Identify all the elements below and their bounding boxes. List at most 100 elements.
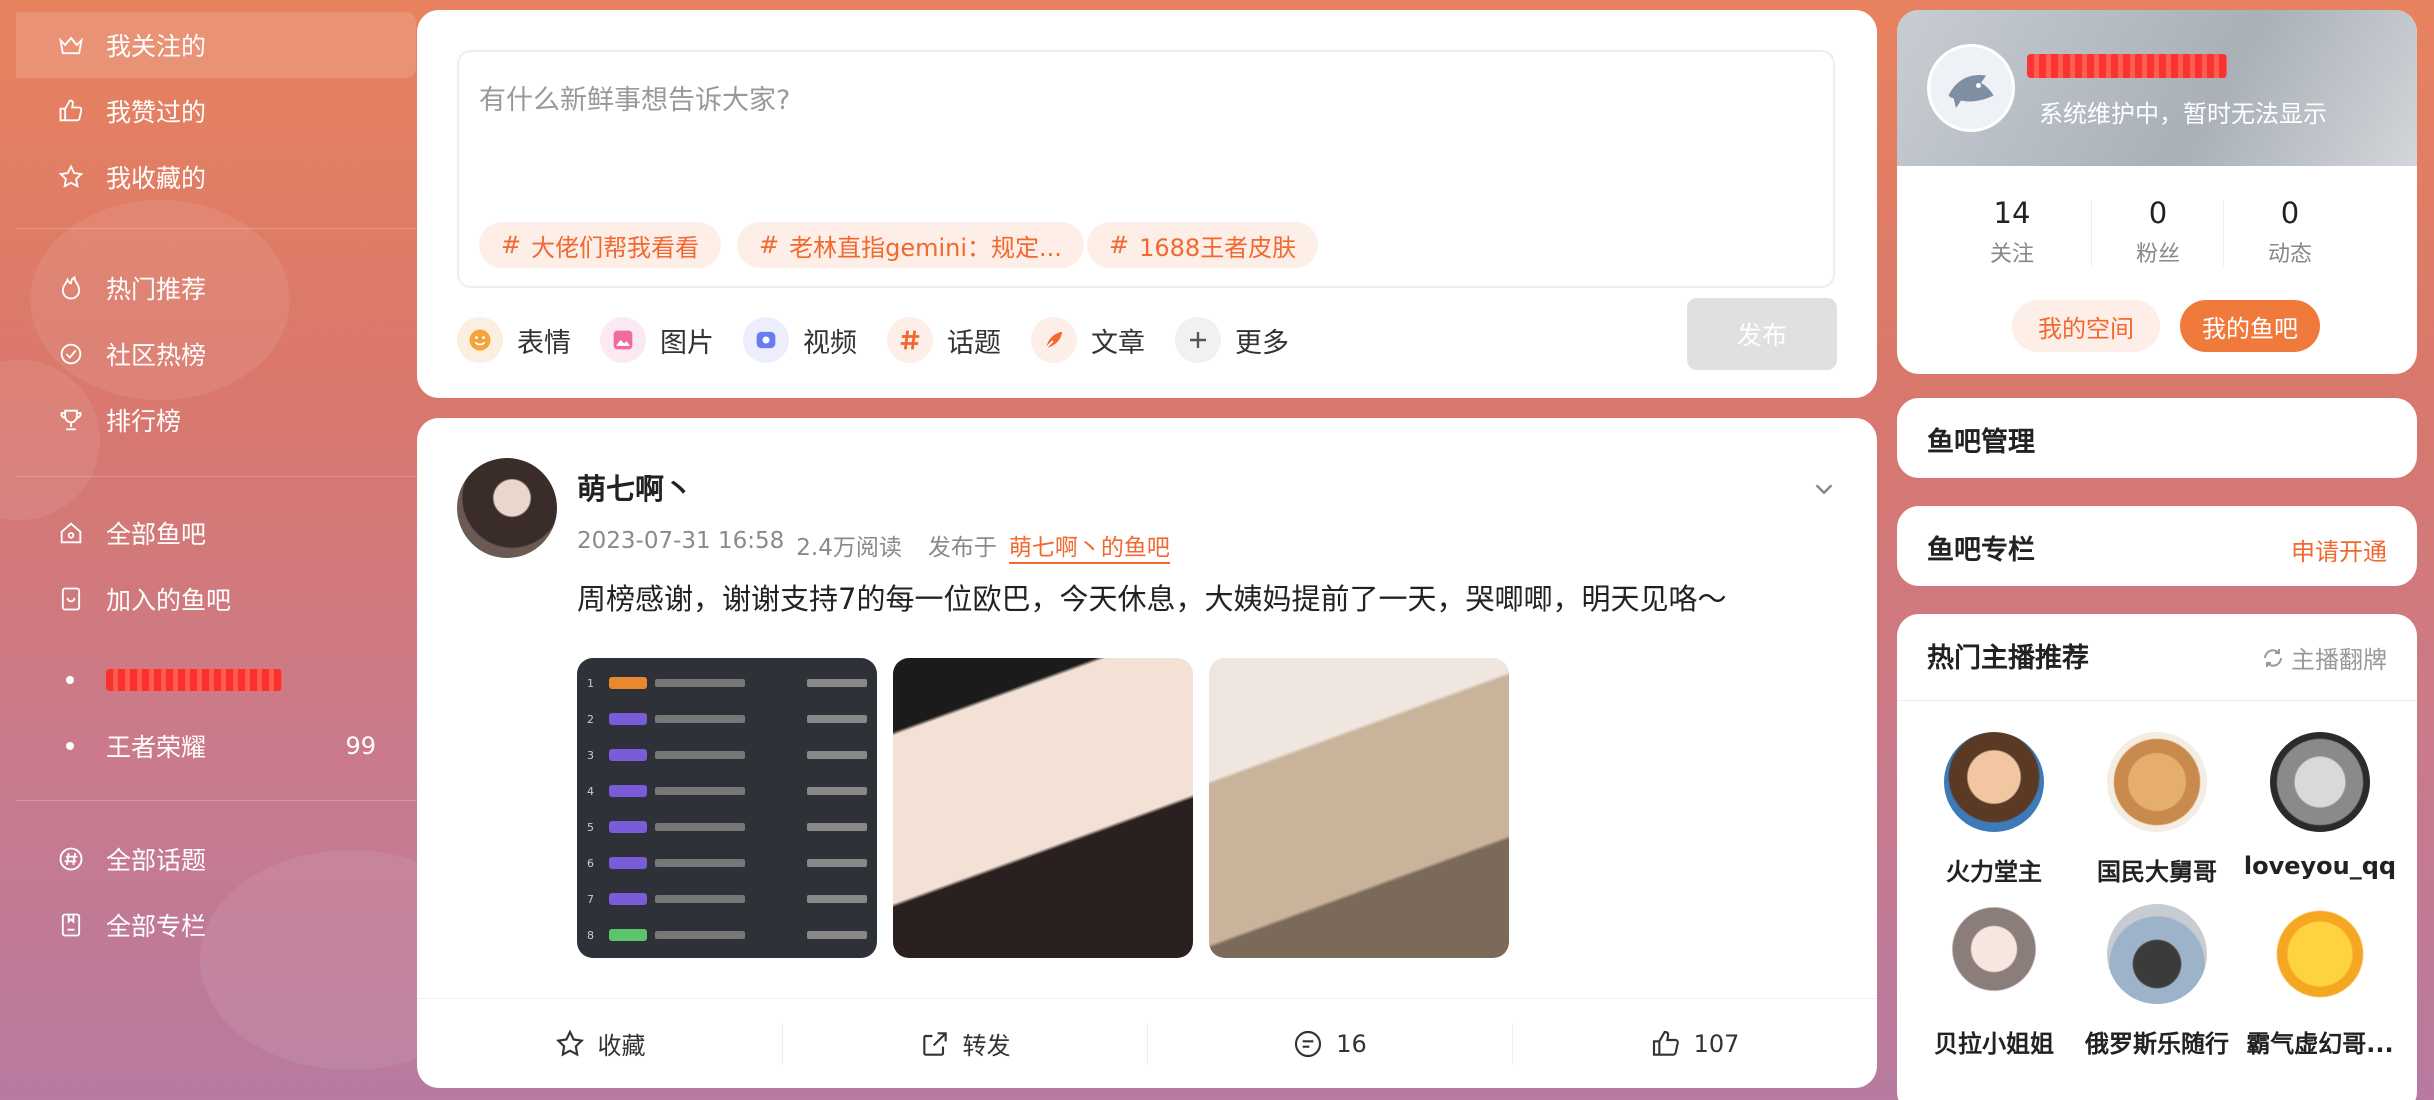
streamer-name: loveyou_qq bbox=[2243, 852, 2397, 880]
streamer-item[interactable]: 霸气虚幻哥... bbox=[2240, 904, 2400, 1059]
sidebar-item-favorites[interactable]: 我收藏的 bbox=[16, 144, 416, 210]
avatar[interactable] bbox=[457, 458, 557, 558]
bullet bbox=[66, 676, 74, 684]
stat-label: 粉丝 bbox=[2135, 242, 2180, 267]
joined-bar-item[interactable]: 王者荣耀 99 bbox=[16, 713, 416, 779]
divider bbox=[1897, 700, 2417, 701]
streamer-item[interactable]: 贝拉小姐姐 bbox=[1914, 904, 2074, 1059]
sidebar-item-joined-bars[interactable]: 加入的鱼吧 bbox=[16, 566, 416, 632]
bar-column-card: 鱼吧专栏 申请开通 bbox=[1897, 506, 2417, 586]
refresh-streamers-button[interactable]: 主播翻牌 bbox=[2261, 640, 2387, 675]
stat-value: 0 bbox=[2148, 196, 2168, 230]
hot-list-icon bbox=[56, 339, 86, 369]
posted-in-label: 发布于 bbox=[927, 535, 997, 561]
streamer-item[interactable]: 国民大舅哥 bbox=[2077, 732, 2237, 887]
hot-streamers-title: 热门主播推荐 bbox=[1927, 643, 2089, 674]
crown-icon bbox=[56, 30, 86, 60]
composer-placeholder: 有什么新鲜事想告诉大家? bbox=[479, 85, 791, 116]
stat-divider bbox=[2091, 200, 2092, 266]
my-bar-button[interactable]: 我的鱼吧 bbox=[2180, 300, 2320, 352]
hot-streamers-card: 热门主播推荐 主播翻牌 火力堂主 国民大舅哥 loveyou_qq 贝拉小姐姐 … bbox=[1897, 614, 2417, 1100]
streamer-name: 火力堂主 bbox=[1946, 858, 2042, 886]
post-image[interactable]: 1 2 3 4 5 6 7 8 bbox=[577, 658, 877, 958]
composer-input[interactable]: 有什么新鲜事想告诉大家? # 大佬们帮我看看 # 老林直指gemini：规定..… bbox=[457, 50, 1835, 288]
joined-bar-label: 王者荣耀 bbox=[106, 733, 207, 762]
sidebar-item-following[interactable]: 我关注的 bbox=[16, 12, 416, 78]
action-label: 收藏 bbox=[597, 1032, 646, 1060]
hashtag-icon: # bbox=[501, 231, 522, 259]
sidebar-item-liked[interactable]: 我赞过的 bbox=[16, 78, 416, 144]
share-icon bbox=[922, 1031, 947, 1056]
post-image[interactable] bbox=[893, 658, 1193, 958]
ranking-row: 4 bbox=[587, 784, 867, 798]
topic-chip[interactable]: # 大佬们帮我看看 bbox=[479, 222, 722, 268]
tool-label: 图片 bbox=[660, 327, 714, 359]
home-icon bbox=[56, 518, 86, 548]
stat-fans[interactable]: 0 粉丝 bbox=[2093, 196, 2223, 268]
tool-topic[interactable]: 话题 bbox=[887, 310, 1001, 370]
sidebar-item-all-columns[interactable]: 全部专栏 bbox=[16, 892, 416, 958]
bar-link[interactable]: 萌七啊丶的鱼吧 bbox=[1008, 528, 1170, 564]
streamer-item[interactable]: 火力堂主 bbox=[1914, 732, 2074, 887]
comment-button[interactable]: 16 bbox=[1147, 999, 1512, 1088]
tool-label: 更多 bbox=[1235, 327, 1289, 359]
joined-bar-item[interactable] bbox=[16, 647, 416, 713]
share-button[interactable]: 转发 bbox=[782, 999, 1147, 1088]
avatar bbox=[2107, 732, 2207, 832]
sidebar-item-community-hot[interactable]: 社区热榜 bbox=[16, 321, 416, 387]
sidebar-item-ranking[interactable]: 排行榜 bbox=[16, 387, 416, 453]
like-button[interactable]: 107 bbox=[1512, 999, 1877, 1088]
sidebar-item-hot-recommend[interactable]: 热门推荐 bbox=[16, 255, 416, 321]
tool-image[interactable]: 图片 bbox=[600, 310, 714, 370]
like-count: 107 bbox=[1693, 1029, 1740, 1058]
stat-following[interactable]: 14 关注 bbox=[1947, 196, 2077, 268]
sidebar-item-all-topics[interactable]: 全部话题 bbox=[16, 826, 416, 892]
stat-divider bbox=[2223, 200, 2224, 266]
tool-emoji[interactable]: 表情 bbox=[457, 310, 571, 370]
post-image[interactable] bbox=[1209, 658, 1509, 958]
profile-username-redacted bbox=[2027, 54, 2227, 82]
sidebar-item-label: 全部专栏 bbox=[106, 912, 207, 941]
sidebar-item-label: 全部话题 bbox=[106, 846, 207, 875]
streamer-name: 国民大舅哥 bbox=[2097, 858, 2217, 886]
post-author[interactable]: 萌七啊丶 bbox=[577, 466, 693, 508]
fire-icon bbox=[56, 273, 86, 303]
chevron-down-icon[interactable] bbox=[1809, 474, 1839, 504]
hashtag-icon: # bbox=[1109, 231, 1130, 259]
stat-value: 0 bbox=[2280, 196, 2300, 230]
tool-article[interactable]: 文章 bbox=[1031, 310, 1145, 370]
streamer-item[interactable]: 俄罗斯乐随行 bbox=[2077, 904, 2237, 1059]
my-space-button[interactable]: 我的空间 bbox=[2012, 300, 2160, 352]
favorite-button[interactable]: 收藏 bbox=[417, 999, 782, 1088]
avatar bbox=[2270, 732, 2370, 832]
topic-chip[interactable]: # 1688王者皮肤 bbox=[1087, 222, 1319, 268]
hashtag-icon bbox=[56, 844, 86, 874]
sidebar-item-label: 加入的鱼吧 bbox=[106, 586, 232, 615]
bullet bbox=[66, 742, 74, 750]
sidebar-item-label: 我关注的 bbox=[106, 32, 207, 61]
sidebar-divider bbox=[16, 228, 416, 229]
publish-button[interactable]: 发布 bbox=[1687, 298, 1837, 370]
shark-avatar-icon bbox=[1948, 75, 1994, 108]
thumbs-up-icon bbox=[56, 96, 86, 126]
stat-posts[interactable]: 0 动态 bbox=[2225, 196, 2355, 268]
column-icon bbox=[56, 910, 86, 940]
ranking-row: 1 bbox=[587, 676, 867, 690]
star-icon bbox=[555, 1029, 584, 1056]
emoji-icon bbox=[457, 317, 503, 363]
sidebar-item-label: 我收藏的 bbox=[106, 164, 207, 193]
bar-manage-title: 鱼吧管理 bbox=[1927, 427, 2035, 458]
tool-video[interactable]: 视频 bbox=[743, 310, 857, 370]
avatar[interactable] bbox=[1927, 44, 2015, 132]
sidebar-item-label: 全部鱼吧 bbox=[106, 520, 207, 549]
post-reads: 2.4万阅读 bbox=[796, 535, 902, 561]
streamer-item[interactable]: loveyou_qq bbox=[2240, 732, 2400, 880]
left-sidebar: 我关注的 我赞过的 我收藏的 热门推荐 社区热榜 排行榜 全部鱼吧 加入的鱼吧 … bbox=[16, 0, 416, 1100]
redacted-bar-name bbox=[106, 669, 282, 691]
bar-manage-card[interactable]: 鱼吧管理 bbox=[1897, 398, 2417, 478]
sidebar-item-all-bars[interactable]: 全部鱼吧 bbox=[16, 500, 416, 566]
topic-chip-label: 大佬们帮我看看 bbox=[531, 233, 700, 262]
tool-more[interactable]: 更多 bbox=[1175, 310, 1289, 370]
apply-link[interactable]: 申请开通 bbox=[2291, 532, 2387, 567]
topic-chip[interactable]: # 老林直指gemini：规定... bbox=[737, 222, 1084, 268]
